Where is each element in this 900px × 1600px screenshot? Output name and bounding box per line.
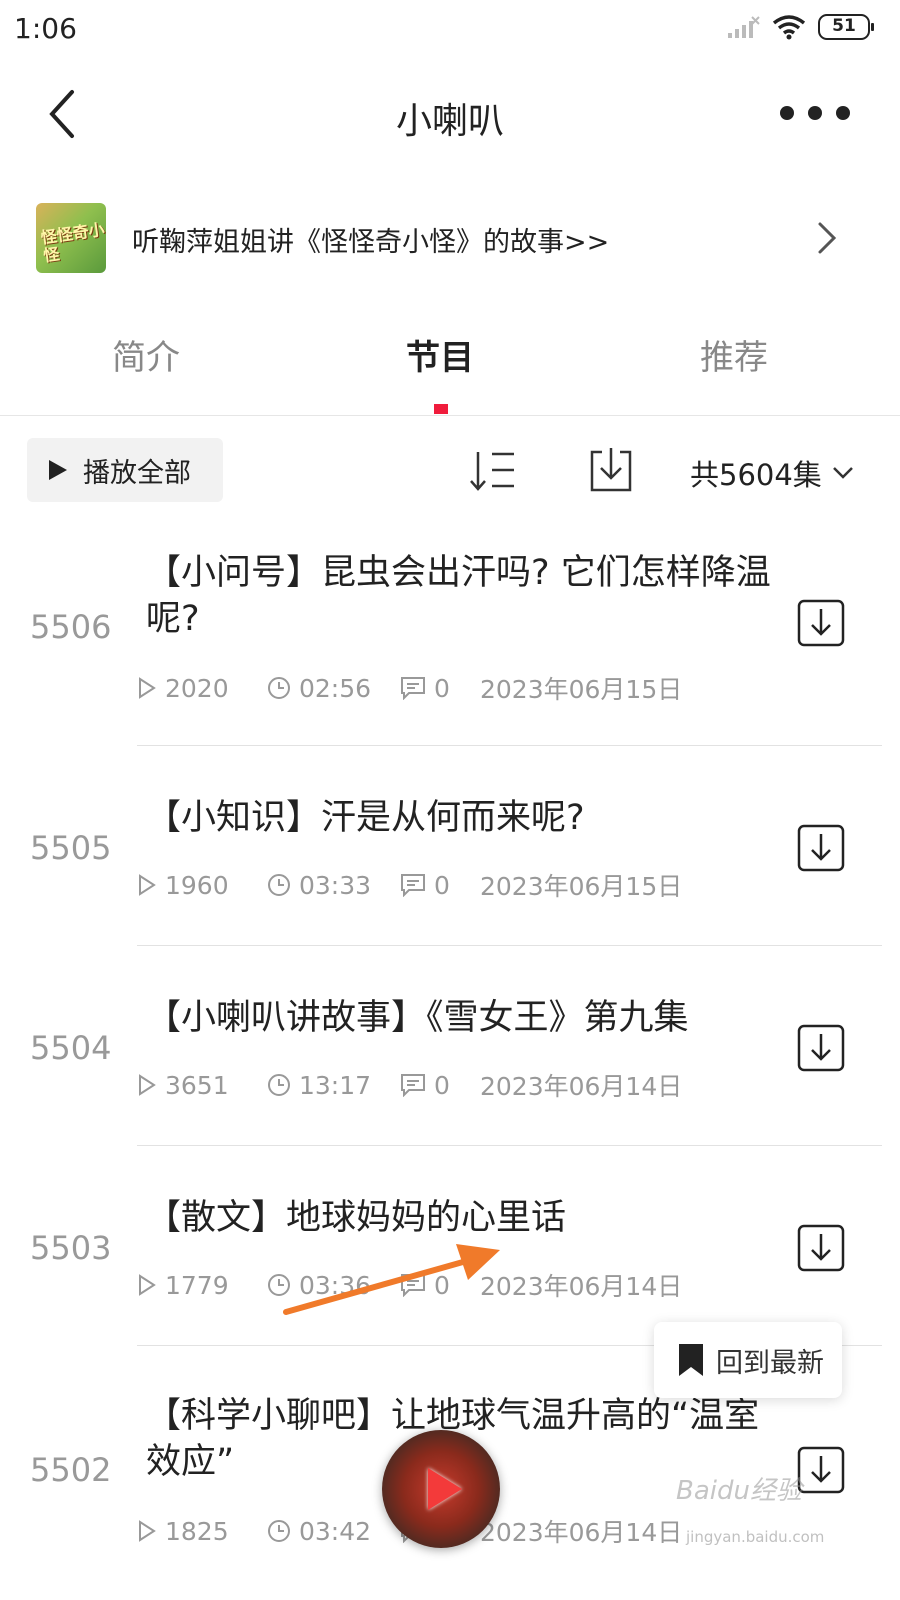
divider — [137, 945, 882, 946]
duration: 03:42 — [299, 1516, 372, 1546]
download-icon[interactable] — [796, 598, 846, 648]
episode-number: 5503 — [30, 1229, 112, 1267]
tab-bar: 简介 节目 推荐 — [0, 320, 900, 416]
divider — [137, 745, 882, 746]
status-icons: 51 — [726, 14, 874, 40]
tab-programs[interactable]: 节目 — [340, 330, 540, 379]
comment-count: 0 — [434, 870, 450, 900]
more-dot — [780, 106, 794, 120]
divider — [137, 1145, 882, 1146]
clock-icon — [268, 677, 290, 699]
play-count-icon — [139, 677, 156, 699]
batch-download-icon[interactable] — [586, 444, 636, 496]
episode-title: 【小喇叭讲故事】《雪女王》第九集 — [146, 998, 689, 1038]
watermark: Baidu经验 — [676, 1476, 802, 1506]
banner-text: 听鞠萍姐姐讲《怪怪奇小怪》的故事>> — [132, 227, 610, 258]
tab-active-indicator — [434, 404, 448, 414]
comment-count: 0 — [434, 1070, 450, 1100]
download-icon[interactable] — [796, 823, 846, 873]
episode-number: 5502 — [30, 1451, 112, 1489]
list-toolbar: 播放全部 共5604集 — [0, 438, 900, 504]
banner-cover-image: 怪怪奇小怪 — [36, 203, 106, 273]
play-count: 1779 — [165, 1270, 229, 1300]
tab-intro[interactable]: 简介 — [46, 330, 246, 379]
clock-icon — [268, 1520, 290, 1542]
episode-meta: 3651 13:17 0 2023年06月14日 — [137, 1067, 682, 1103]
episode-number: 5504 — [30, 1029, 112, 1067]
episode-meta: 2020 02:56 0 2023年06月15日 — [137, 670, 682, 706]
duration: 13:17 — [299, 1070, 372, 1100]
chevron-right-icon — [818, 222, 837, 254]
comment-count: 0 — [434, 673, 450, 703]
publish-date: 2023年06月14日 — [480, 1272, 683, 1301]
sort-icon[interactable] — [468, 448, 518, 494]
comment-icon — [401, 1074, 425, 1097]
duration: 02:56 — [299, 673, 372, 703]
watermark-url: jingyan.baidu.com — [686, 1528, 825, 1546]
play-icon — [49, 460, 67, 480]
play-count: 1960 — [165, 870, 229, 900]
play-icon — [428, 1468, 462, 1510]
play-count-icon — [139, 874, 156, 896]
promo-banner[interactable]: 怪怪奇小怪 听鞠萍姐姐讲《怪怪奇小怪》的故事>> — [0, 200, 900, 276]
comment-icon — [401, 677, 425, 700]
back-to-latest-button[interactable]: 回到最新 — [654, 1322, 842, 1398]
nav-bar: 小喇叭 — [0, 70, 900, 160]
download-icon[interactable] — [796, 1023, 846, 1073]
publish-date: 2023年06月15日 — [480, 872, 683, 901]
play-all-button[interactable]: 播放全部 — [27, 438, 223, 502]
wifi-icon — [772, 15, 806, 40]
play-count: 2020 — [165, 673, 229, 703]
episode-title: 【小知识】汗是从何而来呢? — [146, 798, 585, 838]
signal-icon — [728, 16, 760, 38]
mini-player-button[interactable] — [382, 1430, 500, 1548]
episode-number: 5506 — [30, 608, 112, 646]
play-count-icon — [139, 1074, 156, 1096]
episode-meta: 1960 03:33 0 2023年06月15日 — [137, 867, 682, 903]
duration: 03:33 — [299, 870, 372, 900]
episode-range-select[interactable]: 共5604集 — [690, 452, 854, 494]
episode-count: 共5604集 — [690, 458, 822, 492]
banner-cover-text: 怪怪奇小怪 — [39, 219, 106, 266]
play-count-icon — [139, 1274, 156, 1296]
more-options-icon[interactable] — [780, 98, 850, 128]
comment-icon — [401, 874, 425, 897]
download-icon[interactable] — [796, 1223, 846, 1273]
episode-title: 【散文】地球妈妈的心里话 — [146, 1198, 567, 1238]
status-time: 1:06 — [14, 12, 77, 45]
page-title: 小喇叭 — [395, 101, 504, 142]
battery-indicator: 51 — [818, 14, 874, 40]
more-dot — [836, 106, 850, 120]
back-to-latest-label: 回到最新 — [716, 1347, 824, 1379]
play-count-icon — [139, 1520, 156, 1542]
clock-icon — [268, 874, 290, 896]
clock-icon — [268, 1074, 290, 1096]
play-count: 3651 — [165, 1070, 229, 1100]
tab-recommend[interactable]: 推荐 — [634, 330, 834, 379]
episode-title: 【小问号】昆虫会出汗吗? 它们怎样降温呢? — [146, 553, 771, 639]
episode-number: 5505 — [30, 829, 112, 867]
chevron-down-icon — [832, 467, 853, 479]
download-icon[interactable] — [796, 1445, 846, 1495]
play-all-label: 播放全部 — [83, 457, 191, 489]
bookmark-icon — [679, 1344, 703, 1376]
publish-date: 2023年06月14日 — [480, 1072, 683, 1101]
annotation-arrow — [283, 1244, 500, 1315]
publish-date: 2023年06月14日 — [480, 1518, 683, 1547]
publish-date: 2023年06月15日 — [480, 675, 683, 704]
more-dot — [808, 106, 822, 120]
play-count: 1825 — [165, 1516, 229, 1546]
status-bar: 1:06 51 — [0, 0, 900, 60]
